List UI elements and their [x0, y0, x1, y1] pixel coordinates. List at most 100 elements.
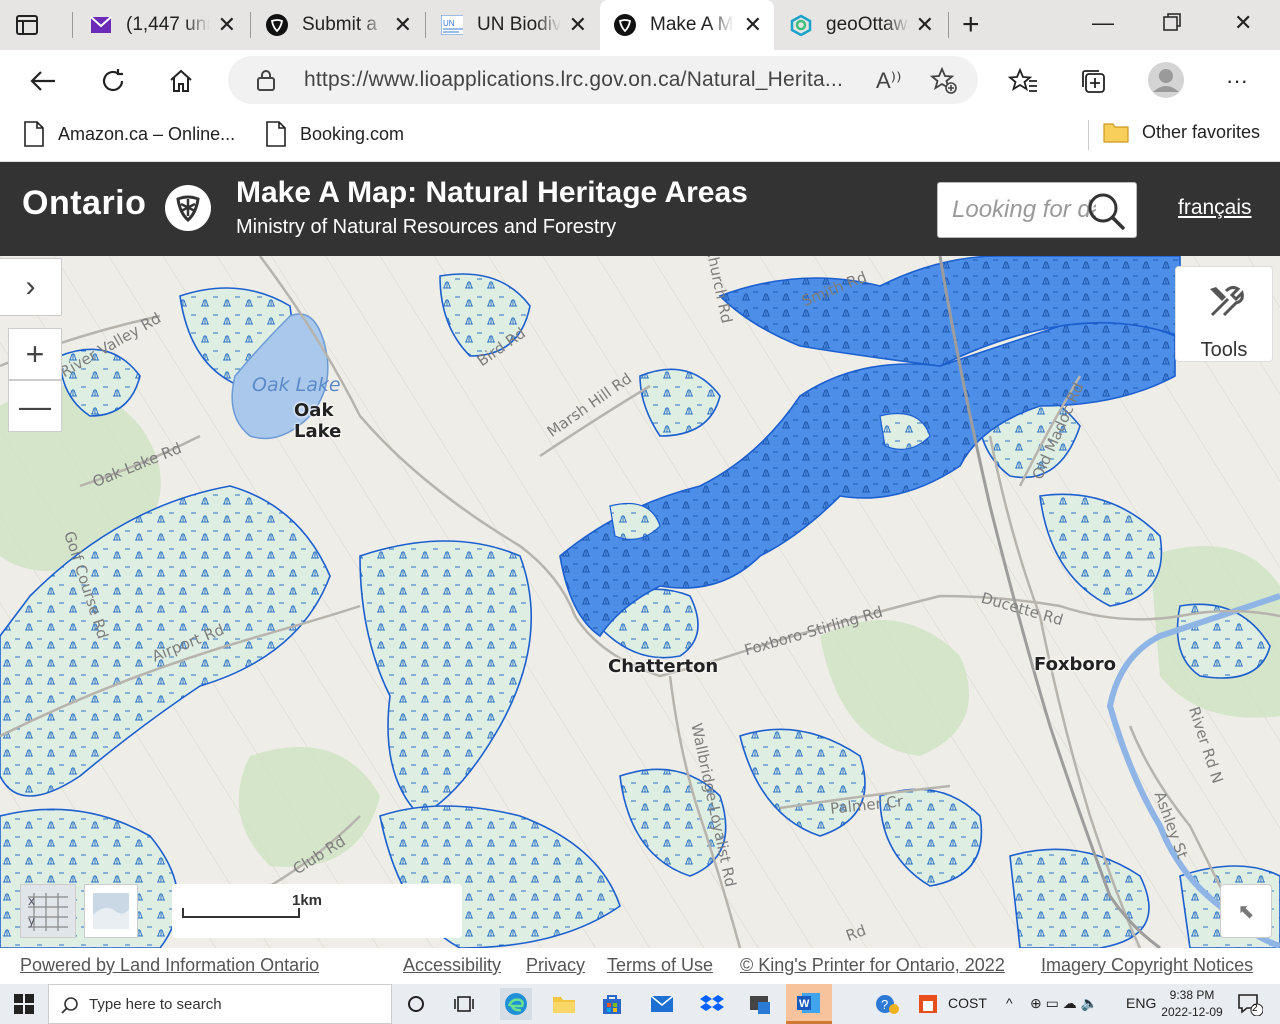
grid-icon: xy — [28, 893, 68, 931]
url-text[interactable]: https://www.lioapplications.lrc.gov.on.c… — [304, 68, 843, 92]
page-footer: Powered by Land Information Ontario Acce… — [0, 948, 1280, 984]
expand-panel-button[interactable]: › — [0, 258, 62, 316]
address-toolbar: https://www.lioapplications.lrc.gov.on.c… — [0, 50, 1280, 110]
page-subtitle: Ministry of Natural Resources and Forest… — [236, 216, 617, 238]
search-icon — [61, 997, 78, 1014]
close-tab-icon[interactable]: ✕ — [916, 14, 934, 36]
file-explorer-icon[interactable] — [550, 990, 578, 1018]
scale-bar: 1km — [172, 884, 462, 938]
office-icon[interactable] — [914, 990, 942, 1018]
chevron-right-icon: › — [25, 270, 36, 303]
close-window-icon[interactable]: ✕ — [1234, 10, 1252, 36]
accessibility-link[interactable]: Accessibility — [403, 955, 501, 976]
cortana-icon[interactable] — [402, 990, 430, 1018]
language-link[interactable]: français — [1178, 196, 1252, 220]
windows-start-icon[interactable] — [14, 994, 34, 1019]
desktop-app-icon[interactable] — [746, 990, 774, 1018]
imagery-thumbnail-icon — [93, 893, 129, 929]
map-label-place: Oak Lake — [294, 400, 342, 442]
zoom-out-button[interactable]: — — [8, 380, 62, 432]
browser-tab-strip: (1,447 unread) ✕ Submit a ✕ UN UN Biodiv… — [0, 0, 1280, 50]
map-label-place: Foxboro — [1034, 654, 1117, 675]
lock-icon[interactable] — [256, 69, 276, 96]
other-favorites-folder[interactable]: Other favorites — [1102, 120, 1260, 144]
dropbox-icon[interactable] — [698, 990, 726, 1018]
page-title: Make A Map: Natural Heritage Areas — [236, 176, 748, 209]
map-view[interactable]: Oak Lake Oak Lake River Valley Rd Oak La… — [0, 256, 1280, 948]
svg-text:x: x — [28, 894, 35, 908]
input-language[interactable]: ENG — [1126, 995, 1156, 1011]
tab-separator — [948, 12, 949, 38]
map-label-lake: Oak Lake — [252, 374, 341, 396]
minimize-icon[interactable]: — — [1092, 10, 1114, 36]
tab-separator — [425, 12, 426, 38]
close-tab-icon[interactable]: ✕ — [218, 14, 236, 36]
tab-actions-icon[interactable] — [14, 12, 62, 40]
task-view-icon[interactable] — [450, 990, 478, 1018]
store-icon[interactable] — [598, 990, 626, 1018]
close-tab-icon[interactable]: ✕ — [394, 14, 412, 36]
tab-make-a-map[interactable]: Make A Map ✕ — [600, 0, 774, 50]
more-options-icon[interactable]: ··· — [1220, 64, 1254, 98]
close-tab-icon[interactable]: ✕ — [569, 14, 587, 36]
mail-icon — [90, 14, 112, 36]
favorite-amazon[interactable]: Amazon.ca – Online... — [22, 120, 235, 148]
refresh-icon[interactable] — [96, 64, 130, 98]
powered-by-link[interactable]: Powered by Land Information Ontario — [20, 955, 319, 976]
tab-separator — [250, 12, 251, 38]
search-icon[interactable] — [1086, 191, 1126, 231]
page-icon — [266, 121, 286, 147]
tab-un-biodiversity[interactable]: UN UN Biodiversity ✕ — [427, 0, 599, 50]
zoom-in-button[interactable]: + — [8, 328, 62, 380]
map-canvas[interactable] — [0, 256, 1280, 948]
tab-mail[interactable]: (1,447 unread) ✕ — [76, 0, 248, 50]
taskbar-search-box[interactable]: Type here to search — [48, 984, 392, 1024]
arrow-up-left-icon: ⬉ — [1237, 900, 1255, 923]
favorite-booking[interactable]: Booking.com — [264, 120, 404, 148]
ontario-trillium-icon — [266, 14, 288, 36]
tab-submit[interactable]: Submit a ✕ — [252, 0, 424, 50]
add-favorite-icon[interactable] — [929, 66, 958, 100]
svg-text:y: y — [28, 914, 35, 928]
tools-button[interactable]: Tools — [1175, 266, 1273, 362]
minus-icon: — — [19, 387, 51, 424]
system-tray-icons[interactable]: ⊕ ▭ ☁ 🔈 — [1030, 995, 1098, 1012]
favorites-icon[interactable] — [1006, 64, 1040, 98]
restore-icon[interactable] — [1162, 12, 1182, 38]
data-search-input[interactable] — [938, 183, 1098, 237]
address-bar[interactable]: https://www.lioapplications.lrc.gov.on.c… — [228, 56, 978, 104]
windows-taskbar: Type here to search W ? COST ^ ⊕ ▭ ☁ 🔈 E… — [0, 984, 1280, 1024]
help-icon[interactable]: ? — [874, 990, 902, 1018]
new-tab-icon[interactable]: + — [962, 10, 980, 40]
coordinate-grid-button[interactable]: xy — [20, 884, 76, 938]
read-aloud-icon[interactable]: A⁾⁾ — [876, 68, 901, 94]
favorites-bar: Amazon.ca – Online... Booking.com Other … — [0, 110, 1280, 162]
close-tab-icon[interactable]: ✕ — [744, 14, 762, 36]
show-hidden-icons-icon[interactable]: ^ — [1006, 995, 1013, 1011]
un-icon: UN — [441, 14, 463, 36]
svg-text:W: W — [799, 998, 810, 1010]
mail-app-icon[interactable] — [648, 990, 676, 1018]
tab-separator — [72, 12, 73, 38]
taskbar-clock[interactable]: 9:38 PM 2022-12-09 — [1160, 987, 1224, 1021]
basemap-toggle-button[interactable] — [84, 884, 138, 938]
map-label-place: Chatterton — [608, 656, 719, 677]
copyright-link[interactable]: © King's Printer for Ontario, 2022 — [740, 955, 1005, 976]
word-app-icon[interactable]: W — [786, 984, 832, 1024]
ontario-logo-text[interactable]: Ontario — [22, 184, 146, 223]
tab-geoottawa[interactable]: geoOttawa ✕ — [776, 0, 946, 50]
back-icon[interactable] — [26, 64, 60, 98]
privacy-link[interactable]: Privacy — [526, 955, 585, 976]
collections-icon[interactable] — [1076, 64, 1110, 98]
imagery-copyright-link[interactable]: Imagery Copyright Notices — [1041, 955, 1253, 976]
notifications-icon[interactable]: 2 — [1236, 990, 1264, 1018]
plus-icon: + — [25, 335, 45, 372]
terms-link[interactable]: Terms of Use — [607, 955, 713, 976]
collapse-overview-button[interactable]: ⬉ — [1220, 884, 1272, 938]
site-header: Ontario Make A Map: Natural Heritage Are… — [0, 162, 1280, 256]
home-icon[interactable] — [164, 64, 198, 98]
profile-avatar[interactable] — [1146, 60, 1186, 100]
cost-tray-label[interactable]: COST — [948, 995, 987, 1011]
ontario-trillium-logo-icon[interactable] — [164, 184, 212, 232]
edge-browser-icon[interactable] — [500, 988, 532, 1020]
